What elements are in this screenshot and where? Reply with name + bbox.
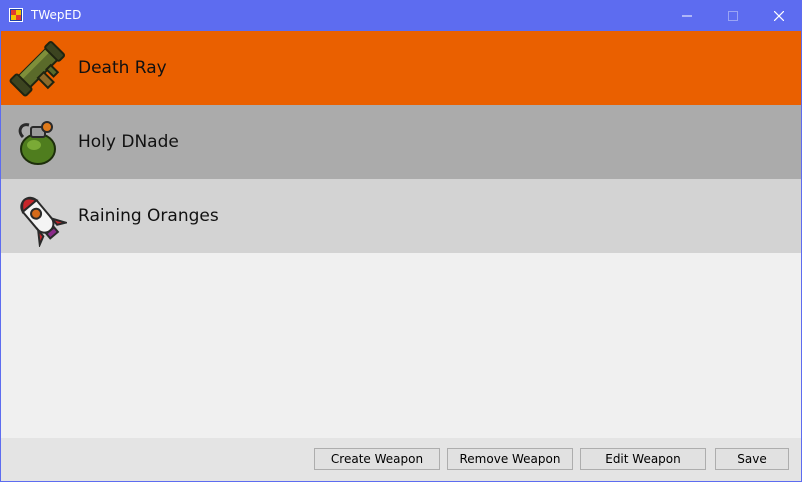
create-weapon-button[interactable]: Create Weapon (314, 448, 440, 470)
maximize-button[interactable] (710, 0, 756, 31)
rocket-icon (9, 185, 67, 247)
weapon-row-raining-oranges[interactable]: Raining Oranges (1, 179, 801, 253)
window-title: TWepED (31, 8, 82, 22)
remove-weapon-button[interactable]: Remove Weapon (447, 448, 573, 470)
maximize-icon (728, 10, 738, 21)
weapon-name: Death Ray (78, 58, 167, 78)
client-area: Death Ray Holy DNade Raining Oranges Cre… (1, 31, 801, 481)
close-button[interactable] (756, 0, 802, 31)
weapon-name: Raining Oranges (78, 206, 219, 226)
minimize-button[interactable] (664, 0, 710, 31)
edit-weapon-button[interactable]: Edit Weapon (580, 448, 706, 470)
app-window: TWepED Death Ray Holy DNade Raining Oran… (0, 0, 802, 482)
close-icon (774, 10, 784, 21)
weapon-row-death-ray[interactable]: Death Ray (1, 31, 801, 105)
bazooka-icon (9, 37, 67, 99)
weapon-list: Death Ray Holy DNade Raining Oranges (1, 31, 801, 253)
weapon-name: Holy DNade (78, 132, 179, 152)
title-bar[interactable]: TWepED (0, 0, 802, 31)
weapon-row-holy-dnade[interactable]: Holy DNade (1, 105, 801, 179)
button-bar: Create Weapon Remove Weapon Edit Weapon … (1, 438, 801, 481)
grenade-icon (9, 111, 67, 173)
app-form-icon (9, 8, 23, 22)
save-button[interactable]: Save (715, 448, 789, 470)
minimize-icon (682, 15, 692, 16)
